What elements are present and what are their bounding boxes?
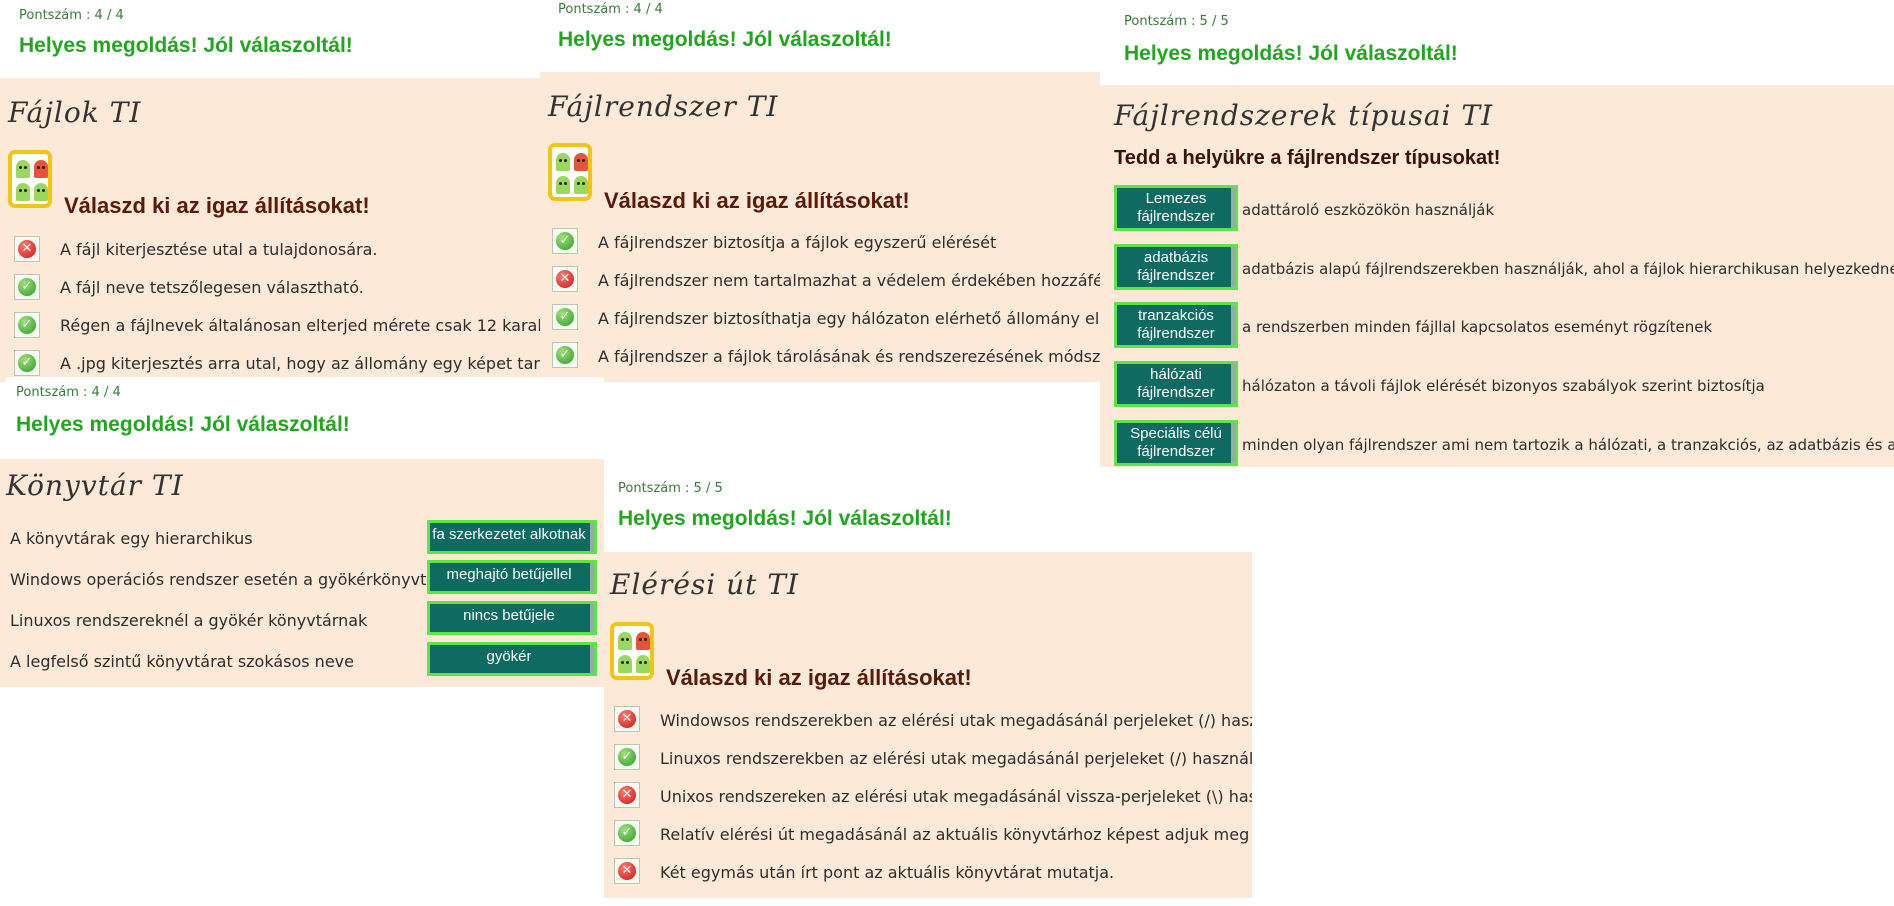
task-area: Könyvtár TI A könyvtárak egy hierarchiku… [0, 459, 604, 687]
question-prompt: Válaszd ki az igaz állításokat! [64, 193, 370, 218]
answer-tag[interactable]: gyökér [427, 642, 597, 676]
panel-eleresi: Pontszám : 5 / 5 Helyes megoldás! Jól vá… [604, 472, 1252, 898]
description-text: adattároló eszközökön használják [1242, 201, 1495, 219]
correct-mark-icon: ✓ [14, 350, 40, 376]
filesystem-type-tag[interactable]: adatbázis fájlrendszer [1114, 244, 1238, 290]
result-box: Pontszám : 4 / 4 Helyes megoldás! Jól vá… [5, 0, 540, 78]
statement-item[interactable]: A fájlrendszer biztosíthatja egy hálózat… [598, 309, 1100, 328]
wrong-mark-icon: ✕ [614, 782, 640, 808]
correct-mark-icon: ✓ [552, 304, 578, 330]
ghosts-quiz-icon [8, 150, 52, 208]
sentence-text: Linuxos rendszereknél a gyökér könyvtárn… [10, 611, 368, 630]
sentence-text: Windows operációs rendszer esetén a gyök… [10, 570, 478, 589]
question-prompt: Válaszd ki az igaz állításokat! [666, 665, 972, 690]
score-label: Pontszám : 5 / 5 [618, 481, 723, 496]
correct-mark-icon: ✓ [552, 228, 578, 254]
panel-fajlok: Pontszám : 4 / 4 Helyes megoldás! Jól vá… [0, 0, 540, 382]
question-prompt: Válaszd ki az igaz állításokat! [604, 188, 910, 213]
correct-mark-icon: ✓ [614, 744, 640, 770]
score-label: Pontszám : 4 / 4 [558, 2, 663, 17]
ghosts-quiz-icon [548, 143, 592, 201]
correct-mark-icon: ✓ [614, 820, 640, 846]
statement-item[interactable]: A fájl neve tetszőlegesen választható. [60, 278, 364, 297]
correct-mark-icon: ✓ [14, 274, 40, 300]
answer-tag[interactable]: fa szerkezetet alkotnak [427, 520, 597, 554]
answer-tag[interactable]: meghajtó betűjellel [427, 560, 597, 594]
success-message: Helyes megoldás! Jól válaszoltál! [16, 413, 350, 436]
description-text: adatbázis alapú fájlrendszerekben haszná… [1242, 260, 1894, 278]
wrong-mark-icon: ✕ [614, 858, 640, 884]
task-title: Könyvtár TI [6, 469, 184, 502]
result-box: Pontszám : 4 / 4 Helyes megoldás! Jól vá… [6, 377, 604, 459]
statement-item[interactable]: Relatív elérési út megadásánál az aktuál… [660, 825, 1252, 844]
success-message: Helyes megoldás! Jól válaszoltál! [19, 34, 353, 57]
statement-item[interactable]: Régen a fájlnevek általánosan elterjed m… [60, 316, 540, 335]
statement-item[interactable]: Windowsos rendszerekben az elérési utak … [660, 711, 1252, 730]
panel-tipusok: Pontszám : 5 / 5 Helyes megoldás! Jól vá… [1100, 5, 1894, 467]
result-box: Pontszám : 4 / 4 Helyes megoldás! Jól vá… [546, 0, 1100, 72]
description-text: hálózaton a távoli fájlok elérését bizon… [1242, 377, 1765, 395]
statement-item[interactable]: Linuxos rendszerekben az elérési utak me… [660, 749, 1252, 768]
statement-item[interactable]: A fájlrendszer nem tartalmazhat a védele… [598, 271, 1100, 290]
filesystem-type-tag[interactable]: hálózati fájlrendszer [1114, 361, 1238, 407]
description-text: minden olyan fájlrendszer ami nem tartoz… [1242, 436, 1894, 454]
score-label: Pontszám : 4 / 4 [16, 385, 121, 400]
question-prompt: Tedd a helyükre a fájlrendszer típusokat… [1114, 147, 1501, 169]
filesystem-type-tag[interactable]: Speciális célú fájlrendszer [1114, 420, 1238, 466]
wrong-mark-icon: ✕ [552, 266, 578, 292]
success-message: Helyes megoldás! Jól válaszoltál! [558, 28, 892, 51]
sentence-text: A könyvtárak egy hierarchikus [10, 529, 253, 548]
success-message: Helyes megoldás! Jól válaszoltál! [1124, 42, 1458, 65]
task-title: Fájlrendszer TI [548, 90, 779, 123]
description-text: a rendszerben minden fájllal kapcsolatos… [1242, 318, 1713, 336]
statement-item[interactable]: Unixos rendszereken az elérési utak mega… [660, 787, 1252, 806]
statement-item[interactable]: A .jpg kiterjesztés arra utal, hogy az á… [60, 354, 540, 373]
result-box: Pontszám : 5 / 5 Helyes megoldás! Jól vá… [1112, 5, 1894, 85]
panel-konyvtar: Pontszám : 4 / 4 Helyes megoldás! Jól vá… [0, 377, 604, 687]
score-label: Pontszám : 5 / 5 [1124, 14, 1229, 29]
filesystem-type-tag[interactable]: Lemezes fájlrendszer [1114, 185, 1238, 231]
wrong-mark-icon: ✕ [14, 236, 40, 262]
task-title: Fájlrendszerek típusai TI [1114, 99, 1494, 132]
correct-mark-icon: ✓ [14, 312, 40, 338]
statement-item[interactable]: A fájlrendszer a fájlok tárolásának és r… [598, 347, 1100, 366]
score-label: Pontszám : 4 / 4 [19, 8, 124, 23]
task-area: Fájlrendszerek típusai TI Tedd a helyükr… [1100, 85, 1894, 467]
correct-mark-icon: ✓ [552, 342, 578, 368]
success-message: Helyes megoldás! Jól válaszoltál! [618, 507, 952, 530]
task-area: Fájlrendszer TI Válaszd ki az igaz állít… [540, 72, 1100, 382]
task-title: Elérési út TI [610, 568, 800, 601]
ghosts-quiz-icon [610, 622, 654, 680]
answer-tag[interactable]: nincs betűjele [427, 601, 597, 635]
panel-fajlrendszer: Pontszám : 4 / 4 Helyes megoldás! Jól vá… [540, 0, 1100, 382]
wrong-mark-icon: ✕ [614, 706, 640, 732]
task-title: Fájlok TI [8, 96, 142, 129]
result-box: Pontszám : 5 / 5 Helyes megoldás! Jól vá… [604, 472, 1252, 552]
statement-item[interactable]: Két egymás után írt pont az aktuális kön… [660, 863, 1114, 882]
task-area: Elérési út TI Válaszd ki az igaz állítás… [604, 552, 1252, 898]
filesystem-type-tag[interactable]: tranzakciós fájlrendszer [1114, 302, 1238, 348]
task-area: Fájlok TI Válaszd ki az igaz állításokat… [0, 78, 540, 382]
statement-item[interactable]: A fájlrendszer biztosítja a fájlok egysz… [598, 233, 996, 252]
sentence-text: A legfelső szintű könyvtárat szokásos ne… [10, 652, 354, 671]
statement-item[interactable]: A fájl kiterjesztése utal a tulajdonosár… [60, 240, 378, 259]
